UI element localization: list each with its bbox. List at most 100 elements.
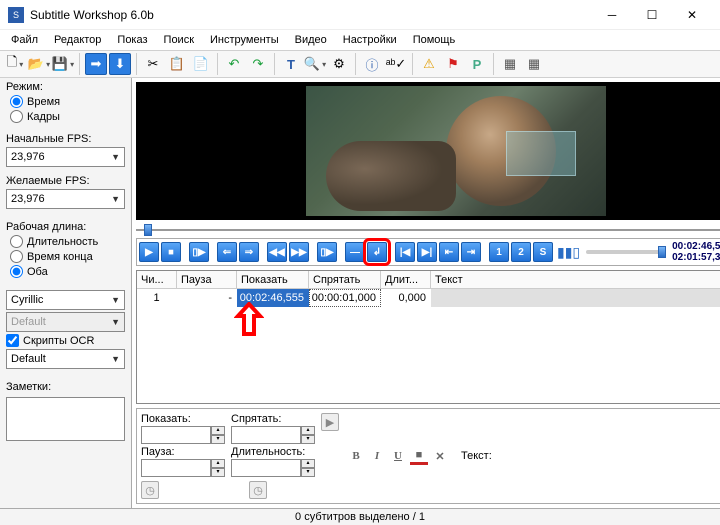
menu-edit[interactable]: Редактор bbox=[46, 32, 109, 48]
spellcheck-button[interactable]: ᵃᵇ✓ bbox=[385, 53, 407, 75]
mark-out-button[interactable]: ⇥ bbox=[461, 242, 481, 262]
clear-format-button[interactable]: ✕ bbox=[431, 447, 449, 465]
col-num[interactable]: Чи... bbox=[137, 271, 177, 288]
next-button[interactable]: ⇒ bbox=[239, 242, 259, 262]
minimize-button[interactable]: ─ bbox=[592, 0, 632, 29]
show-label: Показать: bbox=[141, 413, 225, 425]
edit-panel: Показать: ▴▾ Спрятать: ▴▾ ▶ Пауза: ▴▾ bbox=[136, 408, 720, 504]
desired-fps-label: Желаемые FPS: bbox=[6, 175, 125, 187]
col-hide[interactable]: Спрятать bbox=[309, 271, 381, 288]
wl-endtime-radio[interactable]: Время конца bbox=[6, 250, 125, 263]
italic-button[interactable]: I bbox=[368, 447, 386, 465]
initial-fps-select[interactable]: 23,976▼ bbox=[6, 147, 125, 167]
video-preview[interactable] bbox=[136, 82, 720, 220]
preset-1-button[interactable]: 1 bbox=[489, 242, 509, 262]
mode-btn-1[interactable]: ➡ bbox=[85, 53, 107, 75]
col-show[interactable]: Показать bbox=[237, 271, 309, 288]
settings-button[interactable]: ⚙ bbox=[328, 53, 350, 75]
set-time-button[interactable]: ↲ bbox=[367, 242, 387, 262]
open-button[interactable]: 📂 bbox=[28, 53, 50, 75]
app-icon: S bbox=[8, 7, 24, 23]
seek-bar[interactable] bbox=[136, 224, 720, 236]
ocr-select[interactable]: Default▼ bbox=[6, 349, 125, 369]
mode-frames-radio[interactable]: Кадры bbox=[6, 110, 125, 123]
notes-textarea[interactable] bbox=[6, 397, 125, 441]
close-button[interactable]: ✕ bbox=[672, 0, 712, 29]
paste-button[interactable]: 📄 bbox=[190, 53, 212, 75]
toolbar-sep-5 bbox=[355, 53, 356, 75]
flag-button[interactable]: ⚑ bbox=[442, 53, 464, 75]
hide-label: Спрятать: bbox=[231, 413, 315, 425]
sub-line-button[interactable]: — bbox=[345, 242, 365, 262]
undo-button[interactable]: ↶ bbox=[223, 53, 245, 75]
play-button[interactable]: ▶ bbox=[139, 242, 159, 262]
warning-button[interactable]: ⚠ bbox=[418, 53, 440, 75]
statusbar: 0 субтитров выделено / 1 bbox=[0, 508, 720, 525]
grid1-button[interactable]: ▦ bbox=[499, 53, 521, 75]
toolbar-sep-2 bbox=[136, 53, 137, 75]
time-display: 00:02:46,555 02:01:57,317 bbox=[672, 241, 720, 263]
s-button[interactable]: S bbox=[533, 242, 553, 262]
volume-slider[interactable] bbox=[586, 250, 666, 254]
maximize-button[interactable]: ☐ bbox=[632, 0, 672, 29]
desired-fps-select[interactable]: 23,976▼ bbox=[6, 189, 125, 209]
window-title: Subtitle Workshop 6.0b bbox=[30, 8, 592, 22]
pause-input[interactable]: ▴▾ bbox=[141, 459, 225, 477]
mode-time-radio[interactable]: Время bbox=[6, 95, 125, 108]
col-pause[interactable]: Пауза bbox=[177, 271, 237, 288]
forward-button[interactable]: ▶▶ bbox=[289, 242, 309, 262]
copy-button[interactable]: 📋 bbox=[166, 53, 188, 75]
mode-btn-2[interactable]: ⬇ bbox=[109, 53, 131, 75]
content-area: ▶ ⏹ ▯▶ ⇐ ⇒ ◀◀ ▶▶ ▯▶ — ↲ |◀ ▶| ⇤ ⇥ 1 2 S … bbox=[132, 78, 720, 508]
goto-start-button[interactable]: |◀ bbox=[395, 242, 415, 262]
underline-button[interactable]: U bbox=[389, 447, 407, 465]
redo-button[interactable]: ↷ bbox=[247, 53, 269, 75]
clock-1-button[interactable]: ◷ bbox=[141, 481, 159, 499]
new-button[interactable]: 🗋 bbox=[4, 53, 26, 75]
goto-end-button[interactable]: ▶| bbox=[417, 242, 437, 262]
toolbar: 🗋 📂 💾 ➡ ⬇ ✂ 📋 📄 ↶ ↷ T 🔍 ⚙ ⓘ ᵃᵇ✓ ⚠ ⚑ P ▦ … bbox=[0, 50, 720, 78]
hide-input[interactable]: ▴▾ bbox=[231, 426, 315, 444]
stepback-button[interactable]: ▯▶ bbox=[189, 242, 209, 262]
stop-button[interactable]: ⏹ bbox=[161, 242, 181, 262]
scripts-ocr-checkbox[interactable]: Скрипты OCR bbox=[6, 334, 125, 347]
menu-search[interactable]: Поиск bbox=[156, 32, 202, 48]
text-format-button[interactable]: T bbox=[280, 53, 302, 75]
mark-in-button[interactable]: ⇤ bbox=[439, 242, 459, 262]
cell-show: 00:02:46,555 bbox=[237, 289, 309, 307]
menu-view[interactable]: Показ bbox=[109, 32, 155, 48]
menu-settings[interactable]: Настройки bbox=[335, 32, 405, 48]
wl-both-radio[interactable]: Оба bbox=[6, 265, 125, 278]
wl-duration-radio[interactable]: Длительность bbox=[6, 235, 125, 248]
menu-tools[interactable]: Инструменты bbox=[202, 32, 287, 48]
save-button[interactable]: 💾 bbox=[52, 53, 74, 75]
col-text[interactable]: Текст bbox=[431, 271, 720, 288]
p-button[interactable]: P bbox=[466, 53, 488, 75]
frameadv-button[interactable]: ▯▶ bbox=[317, 242, 337, 262]
charset-select[interactable]: Cyrillic▼ bbox=[6, 290, 125, 310]
rewind-button[interactable]: ◀◀ bbox=[267, 242, 287, 262]
show-input[interactable]: ▴▾ bbox=[141, 426, 225, 444]
menu-video[interactable]: Видео bbox=[287, 32, 335, 48]
bold-button[interactable]: B bbox=[347, 447, 365, 465]
menu-file[interactable]: Файл bbox=[3, 32, 46, 48]
color-button[interactable]: ■ bbox=[410, 447, 428, 465]
zoom-button[interactable]: 🔍 bbox=[304, 53, 326, 75]
cut-button[interactable]: ✂ bbox=[142, 53, 164, 75]
table-row[interactable]: 1 - 00:02:46,555 00:00:01,000 0,000 bbox=[137, 289, 720, 307]
clock-2-button[interactable]: ◷ bbox=[249, 481, 267, 499]
text-label: Текст: bbox=[461, 450, 492, 462]
time-next-button[interactable]: ▶ bbox=[321, 413, 339, 431]
prev-button[interactable]: ⇐ bbox=[217, 242, 237, 262]
preset-2-button[interactable]: 2 bbox=[511, 242, 531, 262]
subtitle-table[interactable]: Чи... Пауза Показать Спрятать Длит... Те… bbox=[136, 270, 720, 404]
col-duration[interactable]: Длит... bbox=[381, 271, 431, 288]
menubar: Файл Редактор Показ Поиск Инструменты Ви… bbox=[0, 30, 720, 50]
volume-icon: ▮▮▯ bbox=[557, 244, 580, 261]
duration-input[interactable]: ▴▾ bbox=[231, 459, 315, 477]
info-button[interactable]: ⓘ bbox=[361, 53, 383, 75]
cell-num: 1 bbox=[137, 289, 177, 307]
grid2-button[interactable]: ▦ bbox=[523, 53, 545, 75]
toolbar-sep-7 bbox=[493, 53, 494, 75]
menu-help[interactable]: Помощь bbox=[405, 32, 464, 48]
